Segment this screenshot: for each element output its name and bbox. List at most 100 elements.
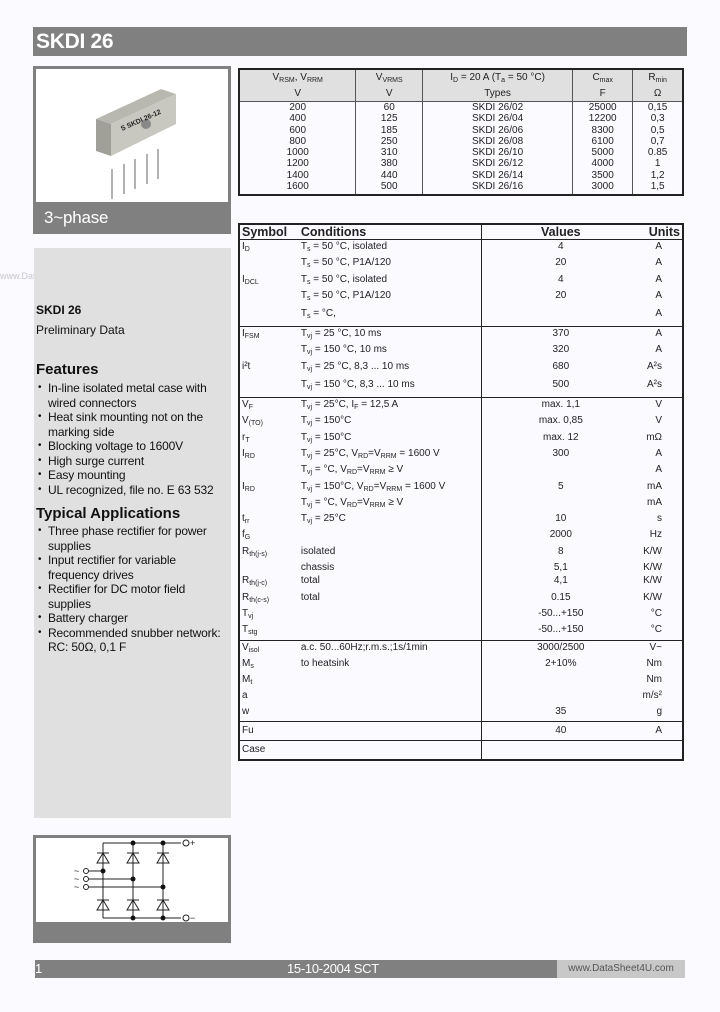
types-cell: SKDI 26/16 <box>422 181 574 196</box>
spec-symbol: w <box>242 705 250 717</box>
types-row: 400 125 SKDI 26/04 12200 0,3 <box>239 113 683 125</box>
preliminary-label: Preliminary Data <box>36 323 125 337</box>
spec-symbol: Mt <box>242 674 253 687</box>
spec-condition: Tvj = 25°C, IF = 12,5 A <box>298 397 482 415</box>
types-cell: 125 <box>355 113 424 125</box>
spec-symbol <box>239 376 299 398</box>
applications-heading: Typical Applications <box>36 505 181 522</box>
spec-row: IFSM Tvj = 25 °C, 10 ms 370 A <box>239 326 683 344</box>
spec-unit: A <box>655 289 662 301</box>
spec-row: trr Tvj = 25°C 10 s <box>239 512 683 529</box>
types-cell: SKDI 26/14 <box>422 169 574 182</box>
spec-row: V(TO) Tvj = 150°C max. 0,85 V <box>239 414 683 431</box>
spec-condition: to heatsink <box>298 656 482 674</box>
spec-value: 3000/2500 <box>481 639 640 657</box>
spec-symbol: Visol <box>239 639 299 657</box>
footer: 1 15-10-2004 SCT www.DataSheet4U.com <box>35 960 685 978</box>
spec-unit: °C <box>650 624 662 636</box>
spec-symbol: Tvj <box>242 607 254 620</box>
spec-row: Tvj -50...+150 °C <box>239 606 683 624</box>
spec-symbol: Fu <box>239 720 299 741</box>
col-conditions: Conditions <box>298 224 482 240</box>
col-vrsm-vrrm: VRSM, VRRM V <box>239 69 357 102</box>
spec-symbol: Case <box>239 739 299 760</box>
spec-symbol: VF <box>239 397 299 415</box>
spec-row: Rth(c-s) total 0.15 K/W <box>239 590 683 607</box>
spec-symbol: trr <box>242 513 250 526</box>
types-cell: 3500 <box>572 169 634 182</box>
spec-row: Fu 40 A <box>239 720 683 741</box>
spec-symbol <box>239 561 299 574</box>
spec-value: 40 <box>481 720 640 741</box>
spec-table: Symbol Conditions Values Units ID Ts = 50… <box>238 223 684 761</box>
spec-unit: V~ <box>639 639 683 657</box>
spec-condition <box>298 739 482 760</box>
spec-symbol <box>239 496 299 512</box>
footer-date: 15-10-2004 SCT <box>287 961 379 976</box>
spec-unit: A <box>655 273 662 285</box>
types-cell: 25000 <box>572 101 634 114</box>
spec-unit: °C <box>650 607 662 619</box>
application-item: Three phase rectifier for power supplies <box>36 524 228 553</box>
types-cell: 8300 <box>572 124 634 136</box>
spec-header-row: Symbol Conditions Values Units <box>239 224 683 240</box>
spec-symbol <box>239 289 299 305</box>
spec-condition: Tvj = 25 °C, 8,3 ... 10 ms <box>298 359 482 377</box>
types-cell: SKDI 26/06 <box>422 124 574 136</box>
spec-symbol: Rth(c-s) <box>242 591 270 604</box>
types-cell: 1,5 <box>650 181 665 193</box>
types-cell: 3000 <box>572 181 634 196</box>
types-cell: 1600 <box>239 181 357 196</box>
types-cell: SKDI 26/02 <box>422 101 574 114</box>
types-header-row: VRSM, VRRM V VVRMS V ID = 20 A (Ta = 50 °C… <box>239 69 683 102</box>
spec-value: 20 <box>555 257 567 269</box>
page-number: 1 <box>35 961 43 976</box>
spec-condition: Ts = 50 °C, isolated <box>298 272 482 289</box>
types-cell: 4000 <box>572 158 634 170</box>
spec-condition: Ts = 50 °C, P1A/120 <box>298 288 482 306</box>
spec-row: Mt Nm <box>239 673 683 690</box>
types-cell: 1200 <box>239 158 357 170</box>
spec-row: Ts = 50 °C, P1A/120 20 A <box>239 256 683 273</box>
spec-condition: Tvj = °C, VRD=VRRM ≥ V <box>298 463 482 480</box>
feature-item: UL recognized, file no. E 63 532 <box>36 483 228 498</box>
spec-condition <box>298 720 482 741</box>
types-cell: 5000 <box>572 147 634 159</box>
spec-unit: A <box>655 447 662 459</box>
applications-list: Three phase rectifier for power supplies… <box>36 524 228 655</box>
spec-symbol <box>239 305 299 327</box>
spec-value <box>481 496 640 512</box>
spec-symbol: IRD <box>242 447 255 460</box>
spec-value: 8 <box>558 545 564 557</box>
col-values: Values <box>481 224 640 240</box>
types-cell: 380 <box>355 158 424 170</box>
side-panel: SKDI 26 Preliminary Data Features In-lin… <box>34 248 231 818</box>
spec-condition: a.c. 50...60Hz;r.m.s.;1s/1min <box>298 639 482 657</box>
types-cell: 0,5 <box>650 124 665 136</box>
spec-unit: mA <box>647 480 662 492</box>
spec-condition <box>298 606 482 624</box>
spec-condition: Tvj = 150°C <box>298 430 482 447</box>
application-item: Rectifier for DC motor field supplies <box>36 582 228 611</box>
spec-symbol: a <box>242 690 248 702</box>
plus-label: + <box>190 838 195 848</box>
circuit-box: ~ ~ ~ + − <box>33 835 231 943</box>
spec-value: 20 <box>555 289 567 301</box>
phase-label: 3~phase <box>44 208 109 227</box>
spec-value: 5 <box>558 480 564 492</box>
spec-condition: Ts = 50 °C, P1A/120 <box>298 256 482 273</box>
spec-value: max. 0,85 <box>538 415 583 427</box>
module-icon: S SKDI 26-12 <box>96 89 176 199</box>
spec-value: 10 <box>555 513 567 525</box>
spec-condition: total <box>298 574 482 591</box>
spec-condition: Tvj = 150 °C, 10 ms <box>298 343 482 360</box>
spec-value: 4 <box>558 273 564 285</box>
minus-label: − <box>190 913 195 922</box>
spec-unit: g <box>656 705 662 717</box>
spec-symbol <box>239 256 299 272</box>
types-cell: SKDI 26/04 <box>422 113 574 125</box>
spec-row: i²t Tvj = 25 °C, 8,3 ... 10 ms 680 A²s <box>239 359 683 377</box>
types-row: 600 185 SKDI 26/06 8300 0,5 <box>239 124 683 136</box>
spec-row: IDCL Ts = 50 °C, isolated 4 A <box>239 272 683 289</box>
spec-condition: Tvj = 25°C, VRD=VRRM = 1600 V <box>298 446 482 464</box>
